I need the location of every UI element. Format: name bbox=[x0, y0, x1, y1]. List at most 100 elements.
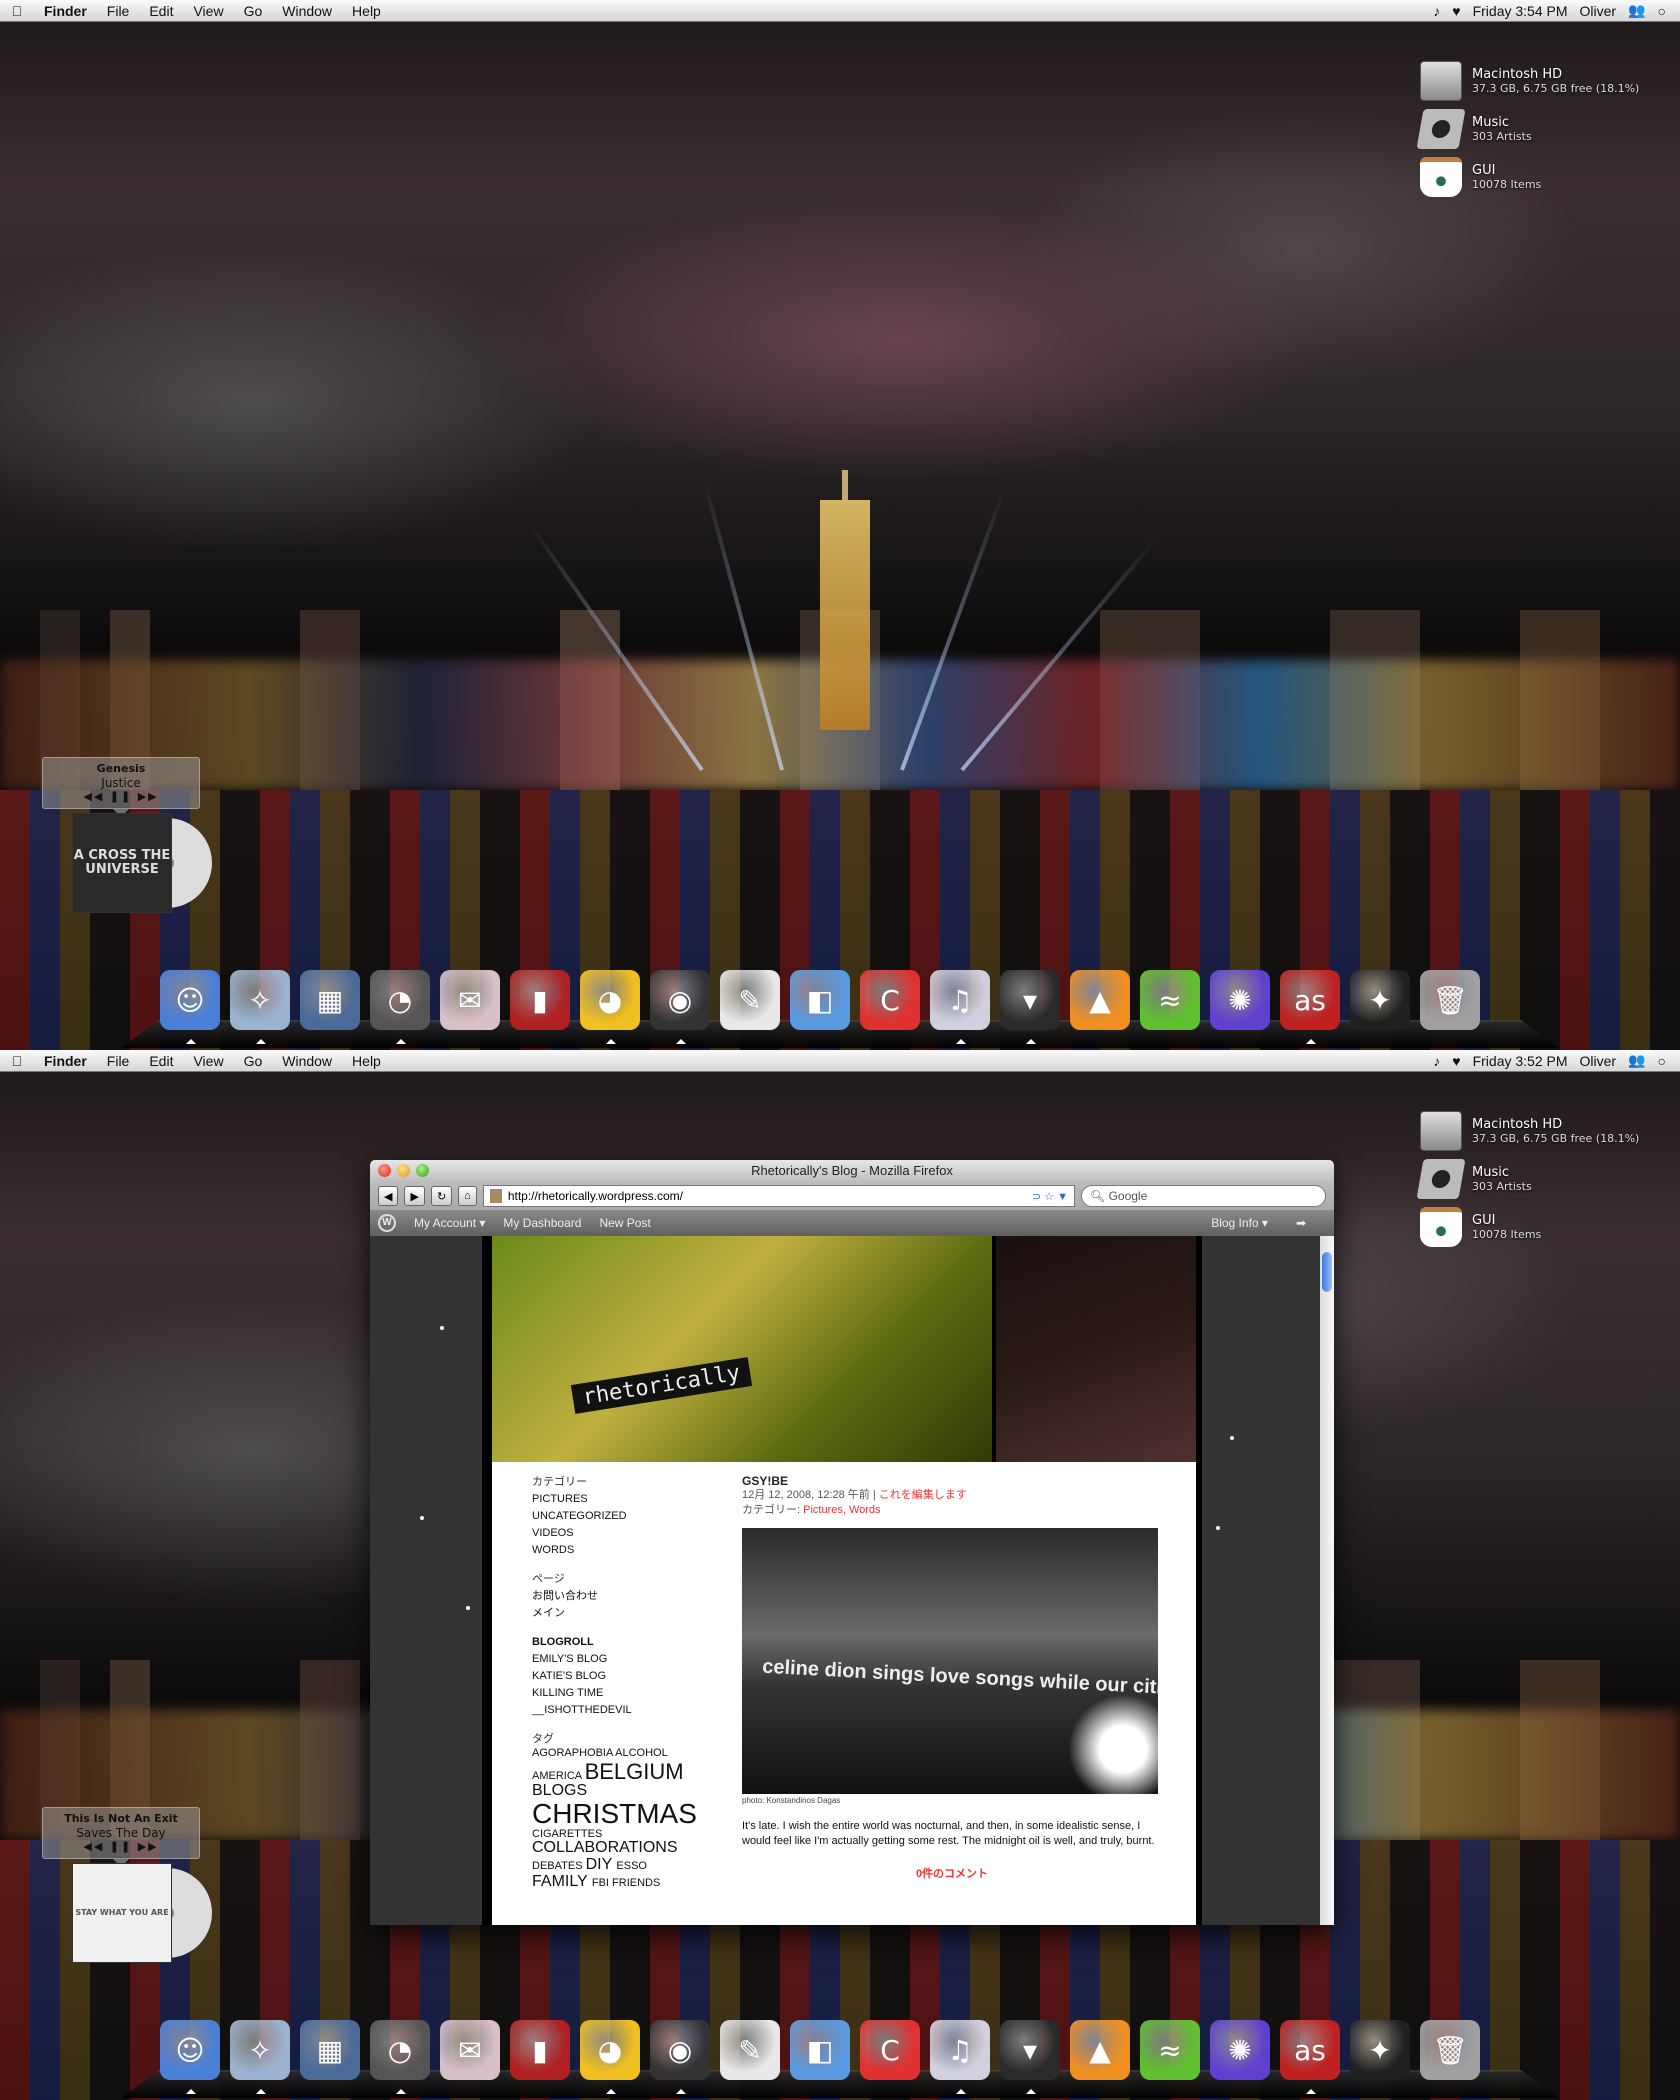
apple-menu-icon[interactable]:  bbox=[0, 3, 34, 19]
arrow-right-icon[interactable]: ➡ bbox=[1296, 1216, 1306, 1230]
dock-item-mail[interactable]: ✉ bbox=[440, 2020, 500, 2080]
playback-controls[interactable]: ◀◀ ❚❚ ▶▶ bbox=[43, 790, 199, 804]
url-bar-actions[interactable]: ⊃ ☆ ▼ bbox=[1032, 1190, 1068, 1203]
wordpress-logo-icon[interactable]: W bbox=[378, 1214, 396, 1232]
zoom-button[interactable] bbox=[416, 1164, 429, 1177]
new-post-link[interactable]: New Post bbox=[599, 1216, 650, 1230]
dock-item-adium[interactable]: ▾ bbox=[1000, 970, 1060, 1044]
dock-item-dashboard[interactable]: ◔ bbox=[370, 2020, 430, 2094]
microphone-icon[interactable]: ♪ bbox=[1433, 1053, 1440, 1069]
tag-link[interactable]: COLLABORATIONS bbox=[532, 1839, 678, 1856]
menu-go[interactable]: Go bbox=[234, 3, 273, 19]
tag-link[interactable]: FAMILY bbox=[532, 1873, 592, 1890]
desktop-item-music[interactable]: Music 303 Artists bbox=[1416, 1156, 1660, 1202]
blogroll-link[interactable]: __ISHOTTHEDEVIL bbox=[532, 1702, 692, 1719]
menu-file[interactable]: File bbox=[97, 3, 140, 19]
dock-item-spaces[interactable]: ▦ bbox=[300, 2020, 360, 2080]
spotlight-icon[interactable]: ○ bbox=[1658, 1053, 1666, 1069]
menu-view[interactable]: View bbox=[183, 3, 233, 19]
dock-item-fiber[interactable]: ✺ bbox=[1210, 970, 1270, 1030]
tag-link[interactable]: DEBATES bbox=[532, 1860, 586, 1872]
apple-menu-icon[interactable]:  bbox=[0, 1053, 34, 1069]
back-button[interactable]: ◀ bbox=[378, 1186, 399, 1206]
playback-controls[interactable]: ◀◀ ❚❚ ▶▶ bbox=[43, 1840, 199, 1854]
tag-link[interactable]: BLOGS bbox=[532, 1782, 587, 1799]
menu-go[interactable]: Go bbox=[234, 1053, 273, 1069]
dock-item-last-fm[interactable]: as bbox=[1280, 970, 1340, 1044]
dock-item-sketch[interactable]: ✎ bbox=[720, 970, 780, 1030]
dock-item-camera[interactable]: ◉ bbox=[650, 970, 710, 1044]
my-dashboard-link[interactable]: My Dashboard bbox=[503, 1216, 581, 1230]
home-button[interactable]: ⌂ bbox=[458, 1186, 477, 1206]
category-link[interactable]: WORDS bbox=[532, 1542, 692, 1559]
menu-user[interactable]: Oliver bbox=[1580, 1053, 1617, 1069]
heart-icon[interactable]: ♥ bbox=[1452, 1053, 1460, 1069]
forward-button[interactable]: ▶ bbox=[404, 1186, 425, 1206]
menu-clock[interactable]: Friday 3:54 PM bbox=[1473, 3, 1568, 19]
dock-item-mail[interactable]: ✉ bbox=[440, 970, 500, 1030]
dock-item-safari[interactable]: ✧ bbox=[230, 2020, 290, 2094]
category-link[interactable]: VIDEOS bbox=[532, 1525, 692, 1542]
tag-link[interactable]: AGORAPHOBIA bbox=[532, 1747, 615, 1759]
close-button[interactable] bbox=[378, 1164, 391, 1177]
window-titlebar[interactable]: Rhetorically's Blog - Mozilla Firefox bbox=[370, 1160, 1334, 1182]
menu-help[interactable]: Help bbox=[342, 3, 391, 19]
tag-link[interactable]: AMERICA bbox=[532, 1770, 585, 1782]
comments-link[interactable]: 0件のコメント bbox=[742, 1865, 1162, 1881]
page-link[interactable]: メイン bbox=[532, 1605, 692, 1622]
dock-item-safari[interactable]: ✧ bbox=[230, 970, 290, 1044]
dock-item-coda[interactable]: C bbox=[860, 970, 920, 1030]
tag-link[interactable]: BELGIUM bbox=[585, 1759, 684, 1784]
menu-window[interactable]: Window bbox=[272, 3, 342, 19]
heart-icon[interactable]: ♥ bbox=[1452, 3, 1460, 19]
desktop-item-music[interactable]: Music 303 Artists bbox=[1416, 106, 1660, 152]
tag-link[interactable]: FRIENDS bbox=[612, 1877, 660, 1889]
dock-item-photo-booth[interactable]: ▮ bbox=[510, 970, 570, 1030]
edit-post-link[interactable]: これを編集します bbox=[879, 1489, 967, 1501]
dock-item-spaces[interactable]: ▦ bbox=[300, 970, 360, 1030]
dock-item-vlc[interactable]: ▲ bbox=[1070, 970, 1130, 1030]
tag-link[interactable]: CHRISTMAS bbox=[532, 1798, 697, 1829]
menu-view[interactable]: View bbox=[183, 1053, 233, 1069]
menu-file[interactable]: File bbox=[97, 1053, 140, 1069]
page-link[interactable]: お問い合わせ bbox=[532, 1588, 692, 1605]
dock-item-magic[interactable]: ✦ bbox=[1350, 970, 1410, 1030]
dock-item-trash[interactable]: 🗑 bbox=[1420, 2020, 1480, 2080]
menu-edit[interactable]: Edit bbox=[139, 3, 183, 19]
album-art[interactable]: STAY WHAT YOU ARE bbox=[72, 1863, 212, 1963]
menu-user[interactable]: Oliver bbox=[1580, 3, 1617, 19]
dock-item-itunes[interactable]: ♫ bbox=[930, 2020, 990, 2094]
tag-link[interactable]: CIGARETTES bbox=[532, 1828, 602, 1840]
users-icon[interactable]: 👥 bbox=[1628, 2, 1645, 19]
spotlight-icon[interactable]: ○ bbox=[1658, 3, 1666, 19]
blogroll-link[interactable]: KATIE'S BLOG bbox=[532, 1668, 692, 1685]
desktop-item-gui[interactable]: GUI 10078 Items bbox=[1420, 154, 1660, 200]
dock-item-icon-composer[interactable]: ◧ bbox=[790, 970, 850, 1030]
post-title[interactable]: GSY!BE bbox=[742, 1474, 1162, 1488]
menu-clock[interactable]: Friday 3:52 PM bbox=[1473, 1053, 1568, 1069]
desktop-item-macintosh-hd[interactable]: Macintosh HD 37.3 GB, 6.75 GB free (18.1%… bbox=[1420, 1108, 1660, 1154]
dock-item-vlc[interactable]: ▲ bbox=[1070, 2020, 1130, 2080]
dock-item-adium[interactable]: ▾ bbox=[1000, 2020, 1060, 2094]
dock-item-coda[interactable]: C bbox=[860, 2020, 920, 2080]
dock-item-cyberduck[interactable]: ◕ bbox=[580, 2020, 640, 2094]
blogroll-link[interactable]: KILLING TIME bbox=[532, 1685, 692, 1702]
album-art[interactable]: A CROSS THE UNIVERSE bbox=[72, 813, 212, 913]
users-icon[interactable]: 👥 bbox=[1628, 1052, 1645, 1069]
search-box[interactable]: 🔍︎ Google bbox=[1081, 1185, 1326, 1207]
tag-link[interactable]: ESSO bbox=[616, 1860, 647, 1872]
microphone-icon[interactable]: ♪ bbox=[1433, 3, 1440, 19]
category-link[interactable]: UNCATEGORIZED bbox=[532, 1508, 692, 1525]
dock-item-photo-booth[interactable]: ▮ bbox=[510, 2020, 570, 2080]
desktop-item-gui[interactable]: GUI 10078 Items bbox=[1420, 1204, 1660, 1250]
dock-item-icon-composer[interactable]: ◧ bbox=[790, 2020, 850, 2080]
scrollbar-thumb[interactable] bbox=[1322, 1252, 1332, 1292]
minimize-button[interactable] bbox=[397, 1164, 410, 1177]
menu-finder[interactable]: Finder bbox=[34, 1053, 97, 1069]
dock-item-itunes[interactable]: ♫ bbox=[930, 970, 990, 1044]
dock-item-sketch[interactable]: ✎ bbox=[720, 2020, 780, 2080]
vertical-scrollbar[interactable] bbox=[1320, 1236, 1334, 1925]
dock-item-finder[interactable]: ☺ bbox=[160, 2020, 220, 2094]
tag-link[interactable]: ALCOHOL bbox=[615, 1747, 667, 1759]
dock-item-cyberduck[interactable]: ◕ bbox=[580, 970, 640, 1044]
